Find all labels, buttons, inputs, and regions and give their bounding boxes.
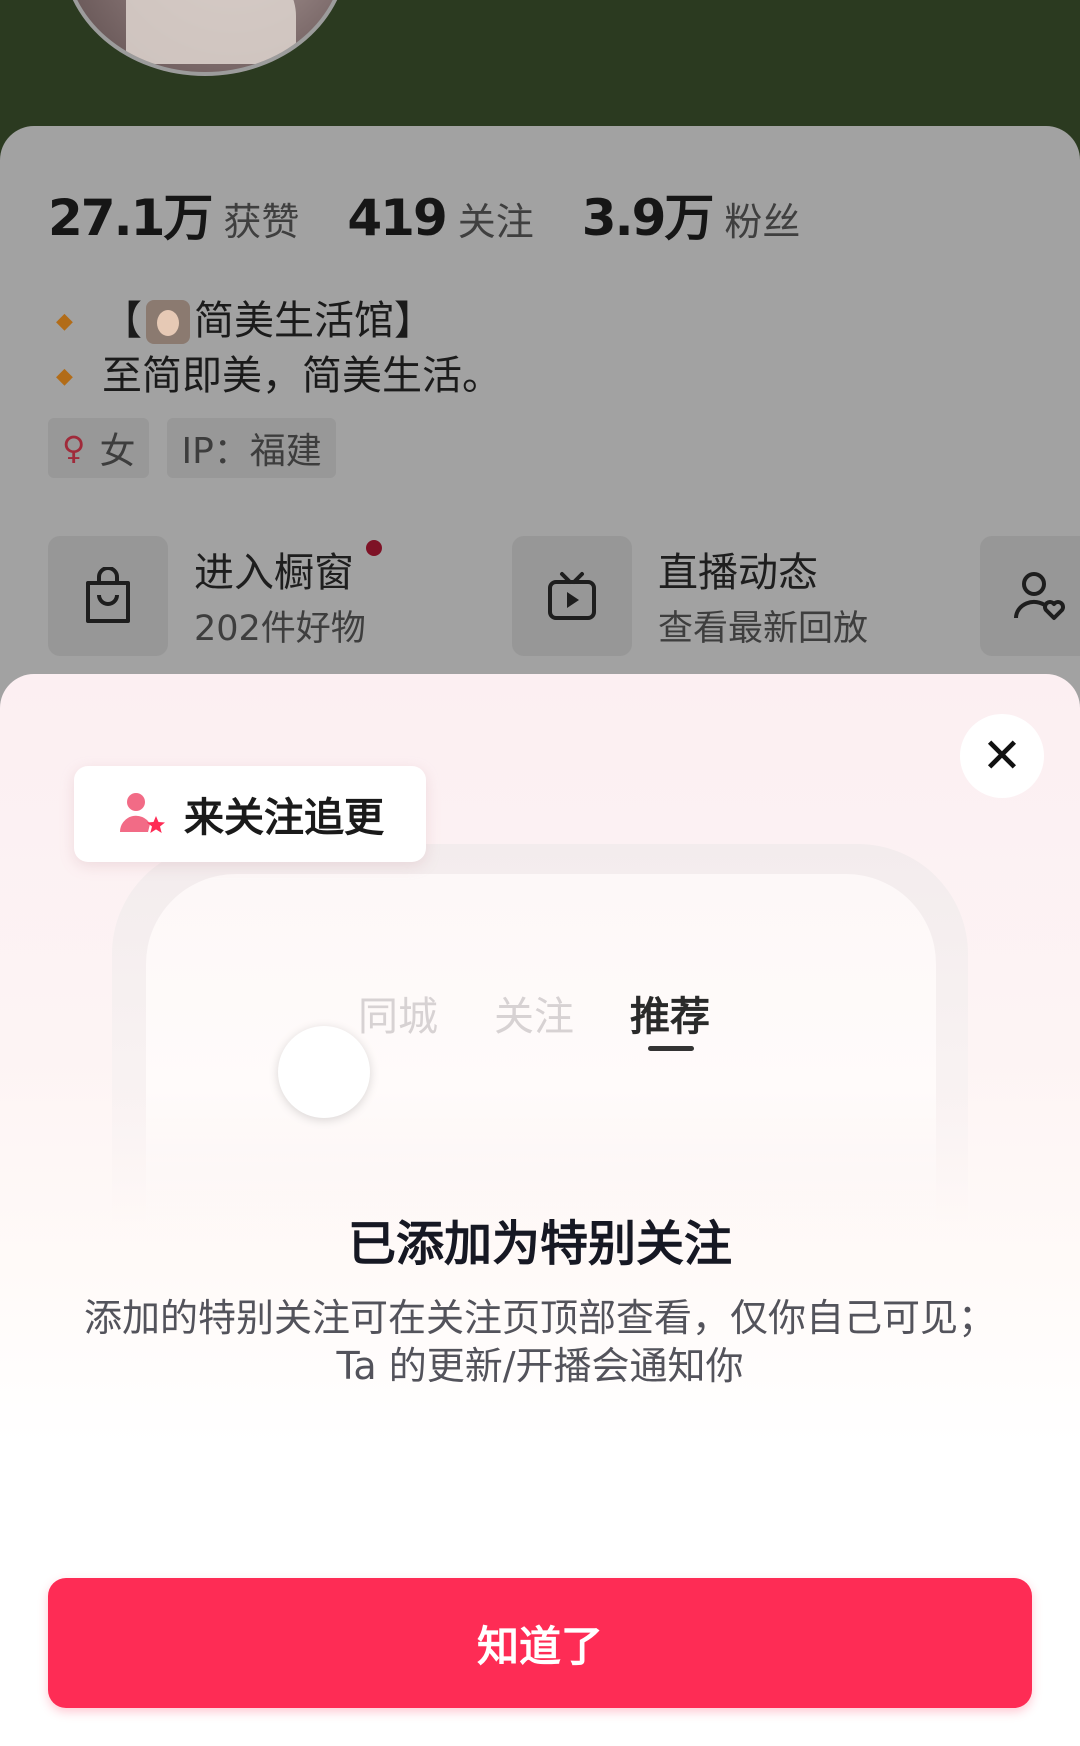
profile-card: 27.1万 获赞 419 关注 3.9万 粉丝 ◆ 【 简美生活馆】 ◆ 至简即…: [0, 126, 1080, 746]
shop-window-button[interactable]: [48, 536, 168, 656]
bio: ◆ 【 简美生活馆】 ◆ 至简即美，简美生活。: [56, 294, 502, 404]
feed-tab-following: 关注: [494, 994, 574, 1040]
sheet-title: 已添加为特别关注: [347, 1216, 732, 1272]
feed-tab-recommend: 推荐: [630, 984, 710, 1051]
stat-likes[interactable]: 27.1万 获赞: [48, 178, 299, 250]
sheet-description: 添加的特别关注可在关注页顶部查看，仅你自己可见；Ta 的更新/开播会通知你: [83, 1296, 996, 1388]
bio-line-1: ◆ 【 简美生活馆】: [56, 294, 502, 349]
tv-play-icon: [548, 572, 596, 620]
stat-following-label: 关注: [457, 200, 534, 244]
fan-group-button[interactable]: [980, 536, 1080, 656]
stat-followers[interactable]: 3.9万 粉丝: [582, 178, 801, 250]
stat-followers-value: 3.9万: [581, 189, 715, 247]
bio-line-1-text: 简美生活馆】: [194, 298, 434, 344]
close-button[interactable]: ✕: [960, 714, 1044, 798]
feed-tabs-illustration: 同城 关注 推荐: [358, 984, 766, 1051]
shop-window-title[interactable]: 进入橱窗: [194, 540, 354, 598]
stat-following-value: 419: [347, 189, 447, 247]
person-heart-icon: [1013, 572, 1065, 620]
profile-tags: ♀ 女 IP：福建: [48, 418, 354, 478]
female-icon: ♀: [62, 429, 86, 467]
bio-line-2-text: 至简即美，简美生活。: [102, 353, 502, 399]
stat-followers-label: 粉丝: [724, 200, 801, 244]
phone-illustration-screen: [146, 874, 936, 1234]
avatar-placeholder-illustration: [278, 1026, 370, 1118]
bio-line-1-prefix: 【: [102, 298, 142, 344]
shop-window-subtitle: 202件好物: [194, 609, 366, 649]
notification-dot: [366, 540, 382, 556]
follow-updates-chip-label: 来关注追更: [184, 795, 384, 841]
stat-likes-value: 27.1万: [48, 189, 213, 247]
special-follow-sheet: ✕ 来关注追更 同城 关注 推荐 已添加为特别关注 添加的特别关注可在关注页顶部…: [0, 674, 1080, 1746]
stats-row: 27.1万 获赞 419 关注 3.9万 粉丝: [48, 178, 848, 250]
close-icon: ✕: [981, 728, 1023, 784]
stat-likes-label: 获赞: [223, 200, 300, 244]
got-it-button[interactable]: 知道了: [48, 1578, 1032, 1708]
live-updates-subtitle: 查看最新回放: [658, 609, 869, 649]
person-star-icon: [119, 793, 165, 833]
got-it-button-label: 知道了: [476, 1621, 603, 1671]
live-updates-title[interactable]: 直播动态: [658, 540, 818, 598]
avatar[interactable]: [62, 0, 348, 76]
feed-tab-local: 同城: [358, 994, 438, 1040]
shortcut-row: 进入橱窗 202件好物 直播动态 查看最新回放: [48, 536, 1080, 660]
live-updates-button[interactable]: [512, 536, 632, 656]
diamond-bullet-icon: ◆: [56, 309, 73, 334]
ip-tag: IP：福建: [167, 418, 336, 478]
ip-tag-label: IP：福建: [181, 431, 322, 472]
follow-updates-chip: 来关注追更: [74, 766, 426, 862]
gender-tag-label: 女: [99, 431, 136, 472]
diamond-bullet-icon: ◆: [56, 364, 73, 389]
bio-line-2: ◆ 至简即美，简美生活。: [56, 349, 502, 404]
shopping-bag-icon: [86, 567, 130, 623]
stat-following[interactable]: 419 关注: [347, 189, 533, 247]
woman-emoji-icon: [146, 299, 190, 344]
gender-tag: ♀ 女: [48, 418, 150, 478]
